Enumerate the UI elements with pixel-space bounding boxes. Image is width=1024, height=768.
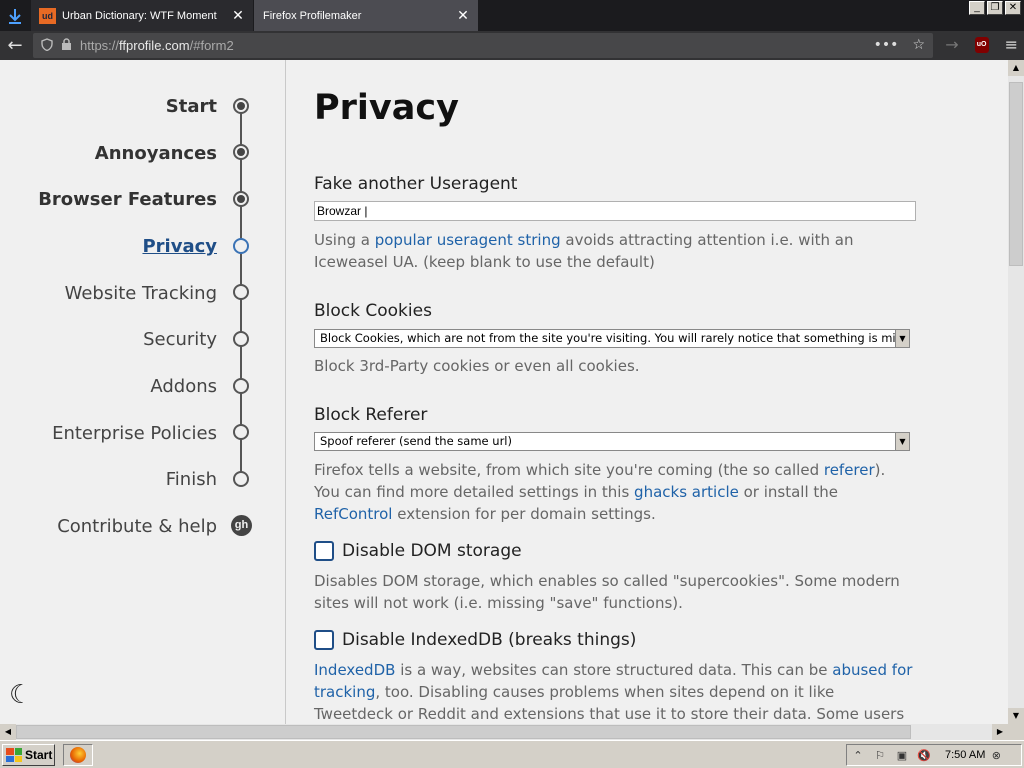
flag-icon[interactable]: ⚐ — [869, 749, 891, 762]
block-referer-select[interactable]: Spoof referer (send the same url) ▼ — [314, 432, 910, 451]
step-todo-icon — [233, 331, 249, 347]
disable-dom-storage-label[interactable]: Disable DOM storage — [342, 541, 522, 561]
action-center-icon[interactable]: ⊗ — [985, 749, 1007, 762]
sidebar-item-privacy[interactable]: Privacy — [142, 236, 217, 257]
popular-useragent-link[interactable]: popular useragent string — [375, 231, 561, 249]
ublock-origin-icon[interactable]: uO — [974, 36, 989, 53]
minimize-button[interactable]: _ — [969, 1, 985, 15]
horizontal-scrollbar[interactable]: ◀ ▶ — [0, 724, 1008, 740]
close-window-button[interactable]: ✕ — [1005, 1, 1021, 15]
start-button[interactable]: Start — [2, 744, 55, 766]
useragent-description: Using a popular useragent string avoids … — [314, 231, 854, 271]
page-title: Privacy — [314, 88, 459, 128]
firefox-icon — [70, 747, 86, 763]
url-bar[interactable]: https://ffprofile.com/#form2 ••• ☆ — [33, 33, 933, 58]
horizontal-scroll-thumb[interactable] — [16, 725, 911, 739]
clock[interactable]: 7:50 AM — [945, 749, 985, 761]
sidebar: Start Annoyances Browser Features Privac… — [0, 60, 286, 724]
forward-arrow-icon[interactable]: → — [945, 35, 958, 54]
tab-title: Firefox Profilemaker — [263, 9, 362, 22]
taskbar: Start ⌃ ⚐ ▣ 🔇 7:50 AM ⊗ — [0, 740, 1024, 768]
sidebar-item-start[interactable]: Start — [166, 96, 217, 117]
navigation-bar: ← https://ffprofile.com/#form2 ••• ☆ → u… — [0, 31, 1024, 60]
useragent-input[interactable] — [314, 201, 916, 221]
block-referer-description: Firefox tells a website, from which site… — [314, 461, 886, 523]
system-tray: ⌃ ⚐ ▣ 🔇 7:50 AM ⊗ — [846, 744, 1022, 766]
shield-icon[interactable] — [41, 37, 53, 54]
back-arrow-icon[interactable]: ← — [0, 35, 30, 56]
menu-icon[interactable]: ≡ — [1005, 35, 1018, 54]
tab-urban-dictionary[interactable]: ud Urban Dictionary: WTF Moment ✕ — [31, 0, 253, 31]
urban-dictionary-favicon-icon: ud — [39, 7, 56, 24]
block-cookies-select[interactable]: Block Cookies, which are not from the si… — [314, 329, 910, 348]
referer-link[interactable]: referer — [824, 461, 875, 479]
block-cookies-description: Block 3rd-Party cookies or even all cook… — [314, 357, 640, 375]
step-done-icon — [233, 144, 249, 160]
lock-icon[interactable] — [61, 38, 72, 53]
scroll-left-arrow-icon[interactable]: ◀ — [0, 724, 16, 740]
disable-indexeddb-checkbox[interactable] — [314, 630, 334, 650]
firefox-taskbar-button[interactable] — [63, 744, 93, 766]
sidebar-item-contribute[interactable]: Contribute & help — [57, 516, 217, 537]
indexeddb-description: IndexedDB is a way, websites can store s… — [314, 661, 913, 723]
sidebar-item-addons[interactable]: Addons — [150, 376, 217, 397]
step-todo-icon — [233, 284, 249, 300]
bookmark-star-icon[interactable]: ☆ — [912, 37, 925, 53]
step-todo-icon — [233, 424, 249, 440]
github-icon[interactable]: gh — [231, 515, 252, 536]
step-done-icon — [233, 191, 249, 207]
tray-expand-icon[interactable]: ⌃ — [847, 749, 869, 762]
sidebar-item-enterprise-policies[interactable]: Enterprise Policies — [52, 423, 217, 444]
dark-mode-moon-icon[interactable]: ☾ — [9, 682, 32, 708]
scrollbar-corner — [1008, 724, 1024, 740]
volume-muted-icon[interactable]: 🔇 — [913, 749, 935, 762]
vertical-scrollbar[interactable]: ▲ ▼ — [1008, 60, 1024, 724]
sidebar-item-browser-features[interactable]: Browser Features — [38, 189, 217, 210]
page-actions-icon[interactable]: ••• — [874, 37, 899, 53]
restore-button[interactable]: ❐ — [987, 1, 1003, 15]
disable-dom-storage-row[interactable]: Disable DOM storage — [314, 541, 522, 561]
downloads-icon[interactable] — [0, 0, 30, 31]
block-referer-label: Block Referer — [314, 405, 428, 425]
url-text: https://ffprofile.com/#form2 — [80, 38, 234, 53]
block-cookies-label: Block Cookies — [314, 301, 432, 321]
useragent-label: Fake another Useragent — [314, 174, 518, 194]
network-icon[interactable]: ▣ — [891, 749, 913, 762]
disable-indexeddb-label[interactable]: Disable IndexedDB (breaks things) — [342, 630, 636, 650]
page-content: Start Annoyances Browser Features Privac… — [0, 60, 1008, 724]
close-tab-icon[interactable]: ✕ — [228, 7, 248, 24]
scroll-right-arrow-icon[interactable]: ▶ — [992, 724, 1008, 740]
window-controls: _ ❐ ✕ — [969, 1, 1021, 15]
tab-firefox-profilemaker[interactable]: Firefox Profilemaker ✕ — [254, 0, 478, 31]
indexeddb-link[interactable]: IndexedDB — [314, 661, 395, 679]
step-todo-icon — [233, 471, 249, 487]
disable-indexeddb-row[interactable]: Disable IndexedDB (breaks things) — [314, 630, 636, 650]
sidebar-item-security[interactable]: Security — [143, 329, 217, 350]
refcontrol-link[interactable]: RefControl — [314, 505, 392, 523]
tab-title: Urban Dictionary: WTF Moment — [62, 9, 217, 22]
tab-bar: ud Urban Dictionary: WTF Moment ✕ Firefo… — [0, 0, 1024, 31]
dom-storage-description: Disables DOM storage, which enables so c… — [314, 572, 900, 612]
close-tab-icon[interactable]: ✕ — [453, 7, 473, 24]
step-todo-icon — [233, 378, 249, 394]
sidebar-item-website-tracking[interactable]: Website Tracking — [65, 283, 217, 304]
scroll-up-arrow-icon[interactable]: ▲ — [1008, 60, 1024, 76]
dropdown-arrow-icon[interactable]: ▼ — [895, 433, 909, 450]
vertical-scroll-thumb[interactable] — [1009, 82, 1023, 266]
disable-dom-storage-checkbox[interactable] — [314, 541, 334, 561]
ghacks-article-link[interactable]: ghacks article — [634, 483, 739, 501]
dropdown-arrow-icon[interactable]: ▼ — [895, 330, 909, 347]
windows-logo-icon — [6, 748, 22, 762]
scroll-down-arrow-icon[interactable]: ▼ — [1008, 708, 1024, 724]
sidebar-item-finish[interactable]: Finish — [166, 469, 217, 490]
step-current-icon — [233, 238, 249, 254]
step-done-icon — [233, 98, 249, 114]
sidebar-item-annoyances[interactable]: Annoyances — [95, 143, 217, 164]
